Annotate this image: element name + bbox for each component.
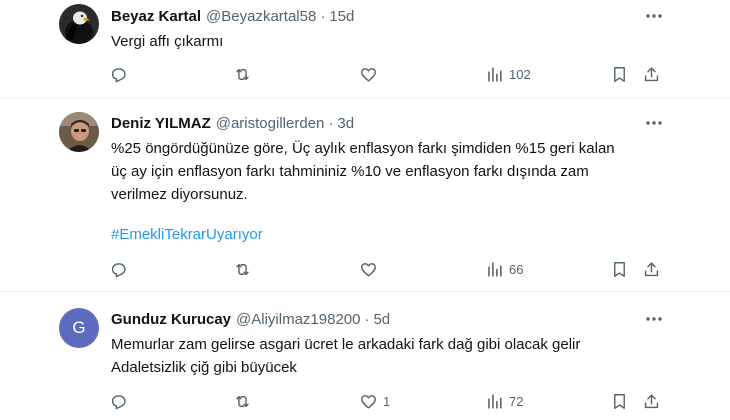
action-bar: 102 <box>0 62 730 86</box>
view-count: 72 <box>509 393 524 409</box>
tweet-header: Beyaz Kartal @Beyazkartal58 · 15d <box>111 5 354 27</box>
tweet-header: Deniz YILMAZ @aristogillerden · 3d <box>111 112 354 134</box>
tweet-3[interactable]: G Gunduz Kurucay @Aliyilmaz198200 · 5d M… <box>0 292 730 420</box>
more-icon <box>646 317 662 321</box>
profile-photo-image <box>59 112 99 152</box>
tweet-1[interactable]: Beyaz Kartal @Beyazkartal58 · 15d Vergi … <box>0 0 730 98</box>
bookmark-icon <box>614 393 625 409</box>
views-button[interactable]: 66 <box>485 257 523 281</box>
views-chart-icon <box>488 66 502 82</box>
retweet-button[interactable] <box>233 62 257 86</box>
separator-dot: · <box>328 114 334 132</box>
tweet-text: Memurlar zam gelirse asgari ücret le ark… <box>111 333 671 379</box>
retweet-button[interactable] <box>233 257 257 281</box>
tweet-text-line: Adaletsizlik çiğ gibi büyücek <box>111 359 297 376</box>
share-icon <box>644 393 659 408</box>
view-count: 102 <box>509 66 531 82</box>
avatar[interactable] <box>59 112 99 152</box>
views-chart-icon <box>488 393 502 409</box>
like-button[interactable] <box>359 62 383 86</box>
reply-button[interactable] <box>109 62 133 86</box>
avatar[interactable] <box>59 4 99 44</box>
share-button[interactable] <box>642 62 661 86</box>
avatar-letter: G <box>72 318 86 337</box>
display-name[interactable]: Gunduz Kurucay <box>111 311 231 328</box>
separator-dot: · <box>320 7 326 25</box>
action-bar: 66 <box>0 257 730 281</box>
eagle-avatar-image <box>59 4 99 44</box>
share-icon <box>644 66 659 81</box>
heart-icon <box>361 262 376 277</box>
reply-icon <box>111 262 126 277</box>
views-button[interactable]: 102 <box>485 62 531 86</box>
views-button[interactable]: 72 <box>485 389 523 413</box>
tweet-header: Gunduz Kurucay @Aliyilmaz198200 · 5d <box>111 308 390 330</box>
tweet-text-line: %25 öngördüğünüze göre, Üç aylık enflasy… <box>111 140 615 157</box>
bookmark-button[interactable] <box>610 389 629 413</box>
retweet-icon <box>236 395 249 407</box>
action-bar: 1 72 <box>0 389 730 413</box>
heart-icon <box>361 394 376 409</box>
tweet-text-line: üç ay için enflasyon farkı tahmininiz %1… <box>111 163 589 180</box>
share-button[interactable] <box>642 257 661 281</box>
more-icon <box>646 14 662 18</box>
retweet-icon <box>236 263 249 275</box>
separator-dot: · <box>364 310 370 328</box>
reply-icon <box>111 67 126 82</box>
bookmark-icon <box>614 261 625 277</box>
hashtag-link[interactable]: #EmekliTekrarUyarıyor <box>111 223 671 246</box>
bookmark-button[interactable] <box>610 62 629 86</box>
views-chart-icon <box>488 261 502 277</box>
reply-button[interactable] <box>109 257 133 281</box>
like-button[interactable]: 1 <box>359 389 390 413</box>
user-handle[interactable]: @aristogillerden <box>216 115 325 132</box>
reply-button[interactable] <box>109 389 133 413</box>
reply-icon <box>111 394 126 409</box>
more-icon <box>646 121 662 125</box>
avatar[interactable]: G <box>59 308 99 348</box>
like-count: 1 <box>383 393 391 409</box>
display-name[interactable]: Beyaz Kartal <box>111 8 201 25</box>
timestamp[interactable]: 3d <box>337 115 354 132</box>
bookmark-button[interactable] <box>610 257 629 281</box>
display-name[interactable]: Deniz YILMAZ <box>111 115 211 132</box>
more-options-button[interactable] <box>640 308 668 330</box>
tweet-text: %25 öngördüğünüze göre, Üç aylık enflasy… <box>111 137 671 246</box>
retweet-button[interactable] <box>233 389 257 413</box>
more-options-button[interactable] <box>640 112 668 134</box>
tweet-text-line: Vergi affı çıkarmı <box>111 33 224 50</box>
tweet-text-line: Memurlar zam gelirse asgari ücret le ark… <box>111 336 581 353</box>
timestamp[interactable]: 5d <box>373 311 390 328</box>
tweet-text-line: verilmez diyorsunuz. <box>111 186 248 203</box>
timestamp[interactable]: 15d <box>329 8 354 25</box>
bookmark-icon <box>614 66 625 82</box>
more-options-button[interactable] <box>640 5 668 27</box>
view-count: 66 <box>509 261 524 277</box>
user-handle[interactable]: @Aliyilmaz198200 <box>236 311 360 328</box>
tweet-text: Vergi affı çıkarmı <box>111 30 671 53</box>
share-icon <box>644 261 659 276</box>
retweet-icon <box>236 68 249 80</box>
user-handle[interactable]: @Beyazkartal58 <box>206 8 316 25</box>
heart-icon <box>361 67 376 82</box>
share-button[interactable] <box>642 389 661 413</box>
like-button[interactable] <box>359 257 383 281</box>
tweet-2[interactable]: Deniz YILMAZ @aristogillerden · 3d %25 ö… <box>0 99 730 291</box>
